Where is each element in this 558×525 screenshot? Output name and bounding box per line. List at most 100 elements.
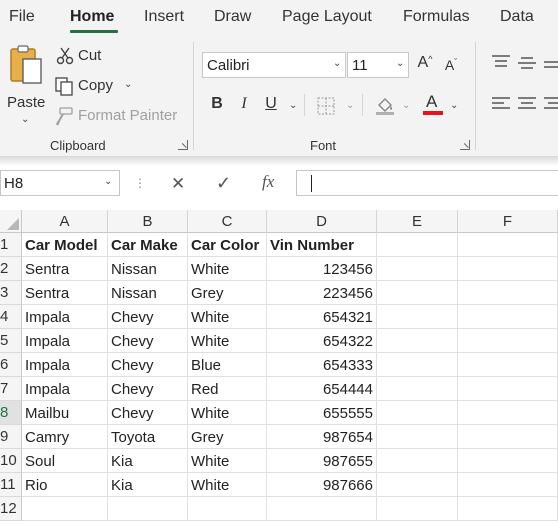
cell-d2[interactable]: 123456 <box>267 257 377 281</box>
underline-icon[interactable]: U <box>262 95 280 117</box>
cell-e11[interactable] <box>377 473 458 497</box>
fill-color-dropdown-icon[interactable]: ⌄ <box>402 100 410 111</box>
cell-f2[interactable] <box>458 257 558 281</box>
cell-b5[interactable]: Chevy <box>108 329 188 353</box>
font-color-button[interactable]: A <box>422 92 444 118</box>
top-align-icon[interactable] <box>490 54 512 70</box>
fill-color-icon[interactable] <box>374 94 396 116</box>
cell-a2[interactable]: Sentra <box>22 257 108 281</box>
row-header-12[interactable]: 12 <box>0 497 22 521</box>
cell-c9[interactable]: Grey <box>188 425 267 449</box>
row-header-4[interactable]: 4 <box>0 305 22 329</box>
cell-a3[interactable]: Sentra <box>22 281 108 305</box>
italic-icon[interactable]: I <box>236 95 252 117</box>
cell-c1[interactable]: Car Color <box>188 233 267 257</box>
cell-a6[interactable]: Impala <box>22 353 108 377</box>
row-header-11[interactable]: 11 <box>0 473 22 497</box>
cell-d10[interactable]: 987655 <box>267 449 377 473</box>
cell-f9[interactable] <box>458 425 558 449</box>
cell-d12[interactable] <box>267 497 377 521</box>
confirm-entry-icon[interactable]: ✓ <box>216 173 231 194</box>
paste-dropdown-icon[interactable]: ⌄ <box>21 114 29 125</box>
borders-dropdown-icon[interactable]: ⌄ <box>346 100 354 111</box>
cancel-entry-icon[interactable]: ✕ <box>171 174 185 194</box>
row-header-2[interactable]: 2 <box>0 257 22 281</box>
cell-c11[interactable]: White <box>188 473 267 497</box>
cell-b2[interactable]: Nissan <box>108 257 188 281</box>
cell-e2[interactable] <box>377 257 458 281</box>
row-header-1[interactable]: 1 <box>0 233 22 257</box>
cell-c6[interactable]: Blue <box>188 353 267 377</box>
cell-c4[interactable]: White <box>188 305 267 329</box>
row-header-7[interactable]: 7 <box>0 377 22 401</box>
cell-a5[interactable]: Impala <box>22 329 108 353</box>
middle-align-icon[interactable] <box>516 56 538 72</box>
cell-a12[interactable] <box>22 497 108 521</box>
cell-a7[interactable]: Impala <box>22 377 108 401</box>
row-header-5[interactable]: 5 <box>0 329 22 353</box>
format-painter-button[interactable]: Format Painter <box>54 106 178 128</box>
paste-button[interactable]: Paste ⌄ <box>4 42 48 126</box>
tab-formulas[interactable]: Formulas <box>403 8 470 26</box>
cell-c12[interactable] <box>188 497 267 521</box>
cut-button[interactable]: Cut <box>56 46 116 68</box>
copy-dropdown-icon[interactable]: ⌄ <box>124 79 132 90</box>
cell-d11[interactable]: 987666 <box>267 473 377 497</box>
cell-f11[interactable] <box>458 473 558 497</box>
cell-e6[interactable] <box>377 353 458 377</box>
clipboard-dialog-launcher-icon[interactable] <box>178 140 188 150</box>
cell-c8[interactable]: White <box>188 401 267 425</box>
cell-a1[interactable]: Car Model <box>22 233 108 257</box>
cell-c10[interactable]: White <box>188 449 267 473</box>
column-header-f[interactable]: F <box>458 210 558 233</box>
increase-font-size-icon[interactable]: A^ <box>414 54 436 76</box>
tab-draw[interactable]: Draw <box>214 8 251 26</box>
cell-f7[interactable] <box>458 377 558 401</box>
tab-file[interactable]: File <box>9 8 35 26</box>
column-header-d[interactable]: D <box>267 210 377 233</box>
cell-b10[interactable]: Kia <box>108 449 188 473</box>
row-header-6[interactable]: 6 <box>0 353 22 377</box>
cell-c3[interactable]: Grey <box>188 281 267 305</box>
cell-f10[interactable] <box>458 449 558 473</box>
column-header-e[interactable]: E <box>377 210 458 233</box>
cell-e10[interactable] <box>377 449 458 473</box>
cell-b9[interactable]: Toyota <box>108 425 188 449</box>
cell-e8[interactable] <box>377 401 458 425</box>
spreadsheet-grid[interactable]: A B C D E F 1 Car Model Car Make Car Color Vin Num… <box>0 210 558 525</box>
copy-button[interactable]: Copy ⌄ <box>54 76 144 98</box>
cell-c7[interactable]: Red <box>188 377 267 401</box>
insert-function-icon[interactable]: fx <box>262 172 274 192</box>
align-center-icon[interactable] <box>516 96 538 112</box>
borders-icon[interactable] <box>316 96 336 116</box>
font-color-dropdown-icon[interactable]: ⌄ <box>450 100 458 111</box>
chevron-down-icon[interactable]: ⌄ <box>104 176 112 187</box>
cell-b3[interactable]: Nissan <box>108 281 188 305</box>
cell-a11[interactable]: Rio <box>22 473 108 497</box>
row-header-9[interactable]: 9 <box>0 425 22 449</box>
cell-d8[interactable]: 655555 <box>267 401 377 425</box>
cell-d4[interactable]: 654321 <box>267 305 377 329</box>
cell-d5[interactable]: 654322 <box>267 329 377 353</box>
cell-f8[interactable] <box>458 401 558 425</box>
cell-f1[interactable] <box>458 233 558 257</box>
underline-dropdown-icon[interactable]: ⌄ <box>289 100 297 111</box>
cell-e3[interactable] <box>377 281 458 305</box>
cell-f3[interactable] <box>458 281 558 305</box>
cell-b8[interactable]: Chevy <box>108 401 188 425</box>
cell-b6[interactable]: Chevy <box>108 353 188 377</box>
cell-e4[interactable] <box>377 305 458 329</box>
cell-c2[interactable]: White <box>188 257 267 281</box>
font-size-dropdown[interactable]: 11 ⌄ <box>347 52 409 78</box>
tab-insert[interactable]: Insert <box>144 8 184 26</box>
formula-bar-grip-icon[interactable]: ⋮ <box>134 176 146 190</box>
bottom-align-icon[interactable] <box>542 58 558 74</box>
tab-home[interactable]: Home <box>70 8 114 26</box>
cell-f5[interactable] <box>458 329 558 353</box>
tab-page-layout[interactable]: Page Layout <box>282 8 372 26</box>
column-header-b[interactable]: B <box>108 210 188 233</box>
cell-b12[interactable] <box>108 497 188 521</box>
align-right-icon[interactable] <box>542 96 558 112</box>
cell-e5[interactable] <box>377 329 458 353</box>
align-left-icon[interactable] <box>490 96 512 112</box>
